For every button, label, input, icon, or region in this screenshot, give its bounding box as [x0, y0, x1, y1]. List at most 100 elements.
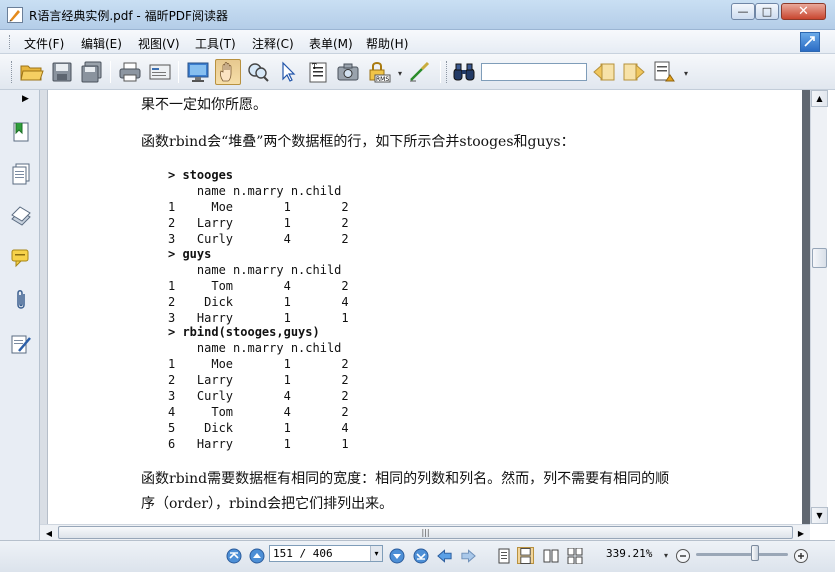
forward-icon[interactable]: [460, 547, 477, 564]
close-icon: ✕: [798, 4, 809, 19]
code-row: 1 Moe 1 2: [168, 200, 349, 214]
scroll-right-icon[interactable]: ▶: [793, 525, 809, 541]
code-row: 3 Curly 4 2: [168, 389, 349, 403]
highlight-icon[interactable]: [652, 59, 678, 85]
zoom-in-icon[interactable]: [792, 547, 809, 564]
menu-file[interactable]: 文件(F): [24, 35, 64, 52]
maximize-button[interactable]: □: [755, 3, 779, 20]
signatures-icon[interactable]: [10, 332, 32, 356]
back-icon[interactable]: [436, 547, 453, 564]
search-next-icon[interactable]: [621, 59, 647, 85]
rms-dropdown-icon[interactable]: ▾: [398, 69, 402, 78]
binoculars-icon[interactable]: [451, 59, 477, 85]
toolbar-separator: [110, 61, 111, 83]
status-bar: 151 / 406 ▾ 339.21% ▾: [0, 540, 835, 572]
title-bar: R语言经典实例.pdf - 福昕PDF阅读器 — □ ✕: [0, 0, 835, 30]
code-row: 3 Harry 1 1: [168, 311, 349, 325]
zoom-level-text[interactable]: 339.21%: [606, 547, 652, 560]
menu-form[interactable]: 表单(M): [309, 35, 353, 52]
horizontal-scroll-thumb[interactable]: |||: [58, 526, 793, 539]
vertical-scroll-thumb[interactable]: [812, 248, 827, 268]
zoom-slider-thumb[interactable]: [751, 545, 759, 561]
select-arrow-icon[interactable]: [275, 59, 301, 85]
toolbar-separator: [440, 61, 441, 83]
menu-tools[interactable]: 工具(T): [195, 35, 236, 52]
scroll-down-icon[interactable]: ▼: [811, 507, 828, 524]
code-row: 2 Larry 1 2: [168, 373, 349, 387]
scroll-up-icon[interactable]: ▲: [811, 90, 828, 107]
toolbar: T RMS ▾: [0, 54, 835, 90]
attachments-icon[interactable]: [10, 288, 32, 312]
close-button[interactable]: ✕: [781, 3, 826, 20]
maximize-icon: □: [761, 5, 773, 18]
horizontal-scrollbar[interactable]: ◀ ||| ▶: [40, 524, 810, 540]
open-folder-icon[interactable]: [19, 59, 45, 85]
doc-paragraph-line-1: 函数rbind需要数据框有相同的宽度：相同的列数和列名。然而，列不需要有相同的顺: [141, 471, 670, 487]
next-page-icon[interactable]: [388, 547, 405, 564]
print-icon[interactable]: [117, 59, 143, 85]
facing-pages-icon[interactable]: [542, 547, 559, 564]
save-icon[interactable]: [49, 59, 75, 85]
code-command: > rbind(stooges,guys): [168, 325, 320, 339]
layers-icon[interactable]: [10, 204, 32, 228]
panel-expand-icon[interactable]: ▶: [22, 94, 29, 104]
document-view[interactable]: 果不一定如你所愿。 函数rbind会“堆叠”两个数据框的行，如下所示合并stoo…: [40, 90, 810, 524]
search-prev-icon[interactable]: [591, 59, 617, 85]
scroll-left-icon[interactable]: ◀: [41, 525, 57, 541]
zoom-slider-track[interactable]: [696, 553, 788, 556]
snapshot-icon[interactable]: [335, 59, 361, 85]
code-row: 4 Tom 4 2: [168, 405, 349, 419]
code-header: name n.marry n.child: [168, 263, 342, 277]
last-page-icon[interactable]: [412, 547, 429, 564]
bookmark-icon[interactable]: [10, 120, 32, 144]
code-header: name n.marry n.child: [168, 184, 342, 198]
email-icon[interactable]: [147, 59, 173, 85]
rms-lock-icon[interactable]: RMS: [366, 59, 392, 85]
page-number-field[interactable]: 151 / 406 ▾: [269, 545, 383, 562]
previous-page-icon[interactable]: [248, 547, 265, 564]
hand-icon[interactable]: [215, 59, 241, 85]
code-row: 1 Tom 4 2: [168, 279, 349, 293]
code-row: 1 Moe 1 2: [168, 357, 349, 371]
menu-bar: 文件(F) 编辑(E) 视图(V) 工具(T) 注释(C) 表单(M) 帮助(H…: [0, 30, 835, 54]
code-row: 6 Harry 1 1: [168, 437, 349, 451]
pages-icon[interactable]: [10, 162, 32, 186]
first-page-icon[interactable]: [225, 547, 242, 564]
svg-text:T: T: [312, 63, 317, 71]
code-row: 3 Curly 4 2: [168, 232, 349, 246]
code-row: 2 Larry 1 2: [168, 216, 349, 230]
svg-text:RMS: RMS: [376, 76, 389, 83]
comments-icon[interactable]: [10, 246, 32, 270]
menu-view[interactable]: 视图(V): [138, 35, 180, 52]
code-command: > guys: [168, 247, 212, 261]
doc-line-1: 果不一定如你所愿。: [141, 97, 267, 113]
page-right-edge: [802, 90, 810, 524]
code-header: name n.marry n.child: [168, 341, 342, 355]
menu-comment[interactable]: 注释(C): [252, 35, 294, 52]
window-layout-icon[interactable]: [800, 32, 820, 52]
single-page-icon[interactable]: [495, 547, 512, 564]
page-dropdown-icon[interactable]: ▾: [370, 546, 382, 561]
zoom-icon[interactable]: [245, 59, 271, 85]
continuous-page-icon[interactable]: [517, 547, 534, 564]
continuous-facing-icon[interactable]: [566, 547, 583, 564]
menu-edit[interactable]: 编辑(E): [81, 35, 122, 52]
doc-line-2: 函数rbind会“堆叠”两个数据框的行，如下所示合并stooges和guys：: [141, 134, 575, 150]
doc-paragraph-line-2: 序（order），rbind会把它们排列出来。: [141, 496, 394, 512]
menu-help[interactable]: 帮助(H): [366, 35, 408, 52]
sign-icon[interactable]: [407, 59, 433, 85]
code-command: > stooges: [168, 168, 234, 182]
search-input[interactable]: [481, 63, 587, 81]
vertical-scrollbar[interactable]: ▲ ▼: [810, 90, 828, 524]
code-row: 5 Dick 1 4: [168, 421, 349, 435]
zoom-out-icon[interactable]: [674, 547, 691, 564]
navigation-panel: ▶: [0, 90, 40, 542]
minimize-button[interactable]: —: [731, 3, 755, 20]
fullscreen-icon[interactable]: [185, 59, 211, 85]
save-as-icon[interactable]: [79, 59, 105, 85]
page-number-value: 151 / 406: [273, 547, 333, 560]
text-select-icon[interactable]: T: [305, 59, 331, 85]
highlight-dropdown-icon[interactable]: ▾: [684, 69, 688, 78]
window-title: R语言经典实例.pdf - 福昕PDF阅读器: [29, 9, 228, 23]
zoom-dropdown-icon[interactable]: ▾: [664, 551, 668, 560]
